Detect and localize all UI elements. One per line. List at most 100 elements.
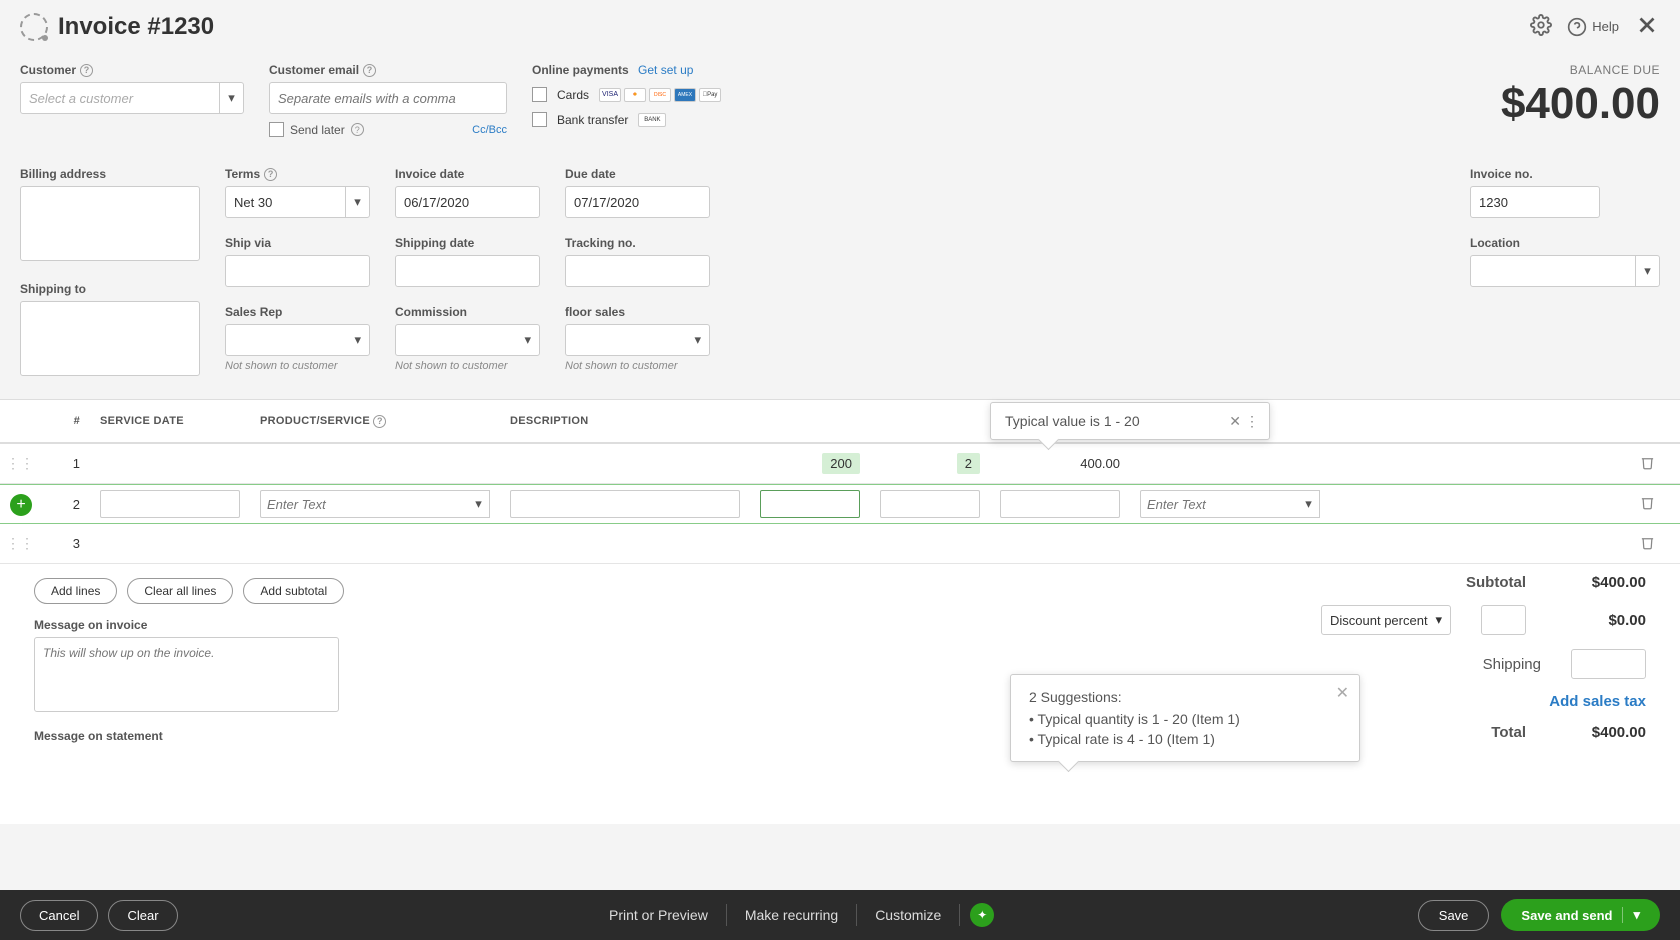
customize-link[interactable]: Customize (857, 907, 959, 923)
add-subtotal-button[interactable]: Add subtotal (243, 578, 344, 604)
commission-label: Commission (395, 305, 540, 319)
billing-label: Billing address (20, 167, 200, 181)
hint-icon[interactable]: ? (363, 64, 376, 77)
billing-address-input[interactable] (20, 186, 200, 261)
invoice-no-label: Invoice no. (1470, 167, 1660, 181)
email-input[interactable] (269, 82, 507, 114)
cards-checkbox[interactable] (532, 87, 547, 102)
cell-rate-input[interactable] (880, 490, 980, 518)
drag-handle-icon[interactable]: ⋮⋮ (6, 535, 34, 552)
due-date-input[interactable] (565, 186, 710, 218)
suggestions-close-icon[interactable]: ✕ (1336, 683, 1349, 703)
balance-due-label: BALANCE DUE (1501, 63, 1660, 77)
cell-product[interactable] (250, 444, 500, 483)
cancel-button[interactable]: Cancel (20, 900, 98, 931)
tooltip-more-icon[interactable]: ⋮ (1245, 413, 1259, 430)
bank-label: Bank transfer (557, 113, 628, 127)
suggestion-item: • Typical rate is 4 - 10 (Item 1) (1029, 731, 1341, 747)
chevron-down-icon: ▾ (1635, 256, 1659, 286)
tracking-label: Tracking no. (565, 236, 710, 250)
chevron-down-icon: ▾ (1435, 612, 1442, 628)
message-invoice-input[interactable] (34, 637, 339, 712)
chevron-down-icon[interactable]: ▾ (468, 490, 490, 518)
shipping-date-label: Shipping date (395, 236, 540, 250)
invoice-date-label: Invoice date (395, 167, 540, 181)
hint-icon[interactable]: ? (373, 415, 386, 428)
discount-type-select[interactable]: Discount percent▾ (1321, 605, 1451, 635)
sales-rep-select[interactable] (225, 324, 370, 356)
suggestions-title: 2 Suggestions: (1029, 689, 1341, 705)
cell-qty[interactable]: 200 (822, 453, 860, 474)
close-icon[interactable] (1634, 12, 1660, 41)
line-items-table: # SERVICE DATE PRODUCT/SERVICE ? DESCRIP… (0, 399, 1680, 564)
cell-description[interactable] (500, 444, 750, 483)
invoice-date-input[interactable] (395, 186, 540, 218)
total-value: $400.00 (1556, 724, 1646, 741)
cell-product-input[interactable] (260, 490, 490, 518)
cell-description-input[interactable] (510, 490, 740, 518)
gear-icon[interactable] (1530, 14, 1552, 39)
payments-setup-link[interactable]: Get set up (638, 63, 693, 77)
help-link[interactable]: Help (1567, 17, 1619, 37)
hint-icon[interactable]: ? (351, 123, 364, 136)
help-icon (1567, 17, 1587, 37)
clear-button[interactable]: Clear (108, 900, 177, 931)
assistant-icon[interactable]: ✦ (970, 903, 994, 927)
col-rate (870, 400, 990, 442)
cell-rate[interactable]: 2 (957, 453, 980, 474)
shipping-to-input[interactable] (20, 301, 200, 376)
suggestions-popover: ✕ 2 Suggestions: • Typical quantity is 1… (1010, 674, 1360, 762)
bank-badge-icon: BANK (638, 113, 666, 127)
send-later-checkbox[interactable] (269, 122, 284, 137)
hint-icon[interactable]: ? (264, 168, 277, 181)
terms-select[interactable]: Net 30▾ (225, 186, 370, 218)
cell-amount: 400.00 (990, 444, 1130, 483)
add-lines-button[interactable]: Add lines (34, 578, 117, 604)
add-row-icon[interactable]: + (10, 494, 32, 516)
shipping-cost-input[interactable] (1571, 649, 1646, 679)
balance-due-amount: $400.00 (1501, 79, 1660, 129)
chevron-down-icon[interactable]: ▾ (1298, 490, 1320, 518)
ccbcc-link[interactable]: Cc/Bcc (472, 124, 507, 136)
make-recurring-link[interactable]: Make recurring (727, 907, 856, 923)
drag-handle-icon[interactable]: ⋮⋮ (6, 455, 34, 472)
clear-lines-button[interactable]: Clear all lines (127, 578, 233, 604)
below-table: Add lines Clear all lines Add subtotal S… (0, 564, 1680, 824)
floor-sales-select[interactable] (565, 324, 710, 356)
location-select[interactable]: ▾ (1470, 255, 1660, 287)
cards-label: Cards (557, 88, 589, 102)
chevron-down-icon[interactable]: ▾ (1622, 907, 1640, 923)
invoice-no-input[interactable] (1470, 186, 1600, 218)
sales-rep-label: Sales Rep (225, 305, 370, 319)
save-and-send-button[interactable]: Save and send▾ (1501, 899, 1660, 931)
ship-via-input[interactable] (225, 255, 370, 287)
tracking-input[interactable] (565, 255, 710, 287)
print-preview-link[interactable]: Print or Preview (591, 907, 726, 923)
delete-row-icon[interactable] (1640, 495, 1655, 513)
shipping-cost-label: Shipping (1483, 656, 1541, 673)
col-num: # (40, 400, 90, 442)
suggestion-item: • Typical quantity is 1 - 20 (Item 1) (1029, 711, 1341, 727)
discount-input[interactable] (1481, 605, 1526, 635)
cell-qty-input[interactable] (760, 490, 860, 518)
shipping-date-input[interactable] (395, 255, 540, 287)
hint-icon[interactable]: ? (80, 64, 93, 77)
cell-date[interactable] (90, 444, 250, 483)
table-row: ⋮⋮ 3 (0, 524, 1680, 564)
delete-row-icon[interactable] (1640, 455, 1655, 473)
cell-amount-input[interactable] (1000, 490, 1120, 518)
add-sales-tax-link[interactable]: Add sales tax (1549, 693, 1646, 710)
cell-date-input[interactable] (100, 490, 240, 518)
col-product: PRODUCT/SERVICE ? (250, 400, 500, 442)
cell-class-input[interactable] (1140, 490, 1320, 518)
delete-row-icon[interactable] (1640, 535, 1655, 553)
qty-tooltip: Typical value is 1 - 20 ✕ ⋮ (990, 402, 1270, 440)
tooltip-close-icon[interactable]: ✕ (1229, 413, 1241, 430)
save-button[interactable]: Save (1418, 900, 1490, 931)
customer-select[interactable]: Select a customer ▾ (20, 82, 244, 114)
cell-class[interactable] (1130, 444, 1330, 483)
bank-checkbox[interactable] (532, 112, 547, 127)
not-shown-note: Not shown to customer (565, 360, 710, 372)
commission-select[interactable] (395, 324, 540, 356)
terms-label: Terms? (225, 167, 370, 181)
